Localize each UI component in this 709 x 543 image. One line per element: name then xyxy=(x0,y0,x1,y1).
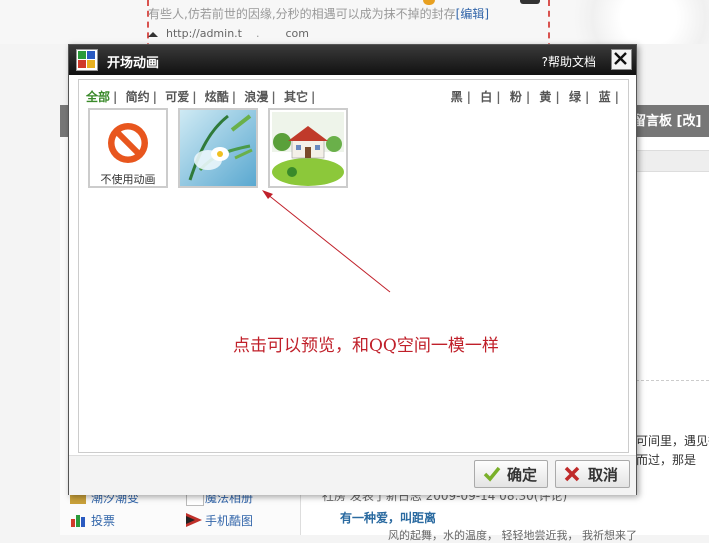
annotation-arrow xyxy=(262,190,391,293)
dialog-footer: 确定 取消 xyxy=(69,455,636,495)
signature-text: 有些人,仿若前世的因缘,分秒的相遇可以成为抹不掉的封存[编辑] xyxy=(148,5,489,22)
dialog-titlebar[interactable]: 开场动画 ?帮助文档 xyxy=(69,45,636,75)
ok-label: 确定 xyxy=(507,466,538,484)
dialog-title: 开场动画 xyxy=(107,56,160,71)
right-panel-header xyxy=(635,150,709,172)
ok-button[interactable]: 确定 xyxy=(474,460,548,488)
snippet-text-2: 而过，那是 xyxy=(636,453,697,467)
app-logo-icon xyxy=(76,49,98,71)
divider xyxy=(636,380,709,381)
left-item-vote[interactable]: 投票 xyxy=(91,512,115,529)
cancel-button[interactable]: 取消 xyxy=(555,460,630,488)
check-icon xyxy=(483,466,501,482)
edit-signature-link[interactable]: [编辑] xyxy=(456,7,489,21)
close-icon xyxy=(614,52,627,65)
opening-animation-dialog: 开场动画 ?帮助文档 全部 | 简约 | 可爱 | 炫酷 | 浪漫 | 其它 | 黑 | 白 |… xyxy=(68,44,637,495)
dialog-content: 全部 | 简约 | 可爱 | 炫酷 | 浪漫 | 其它 | 黑 | 白 | 粉 | 黄 | 绿 | 蓝… xyxy=(78,79,629,453)
url-suffix: com xyxy=(285,27,309,40)
cloud-decoration xyxy=(559,0,709,44)
left-item-phone[interactable]: 手机酷图 xyxy=(205,512,253,529)
annotation-text: 点击可以预览，和QQ空间一模一样 xyxy=(233,336,499,356)
snippet-text-1: 可间里，遇见彼 xyxy=(636,434,709,448)
phone-image-icon xyxy=(186,513,202,527)
cross-icon xyxy=(564,466,580,482)
news-title[interactable]: 有一种爱，叫距离 xyxy=(340,509,436,526)
help-docs-link[interactable]: ?帮助文档 xyxy=(542,53,596,70)
tab-handle-icon xyxy=(520,0,540,4)
cancel-label: 取消 xyxy=(588,466,619,484)
url-mask: . xyxy=(255,27,260,40)
news-body: 风的起舞，水的温度， 轻轻地尝近我， 我祈想来了 xyxy=(388,529,637,542)
signature-content: 有些人,仿若前世的因缘,分秒的相遇可以成为抹不掉的封存 xyxy=(148,7,456,21)
url-text: http://admin.t xyxy=(166,27,242,40)
close-button[interactable] xyxy=(611,49,632,70)
guestbook-link[interactable]: 留言板 [改] xyxy=(633,110,701,129)
home-icon xyxy=(148,31,158,37)
home-url[interactable]: http://admin.t. com xyxy=(148,27,309,40)
vote-icon xyxy=(71,513,87,527)
